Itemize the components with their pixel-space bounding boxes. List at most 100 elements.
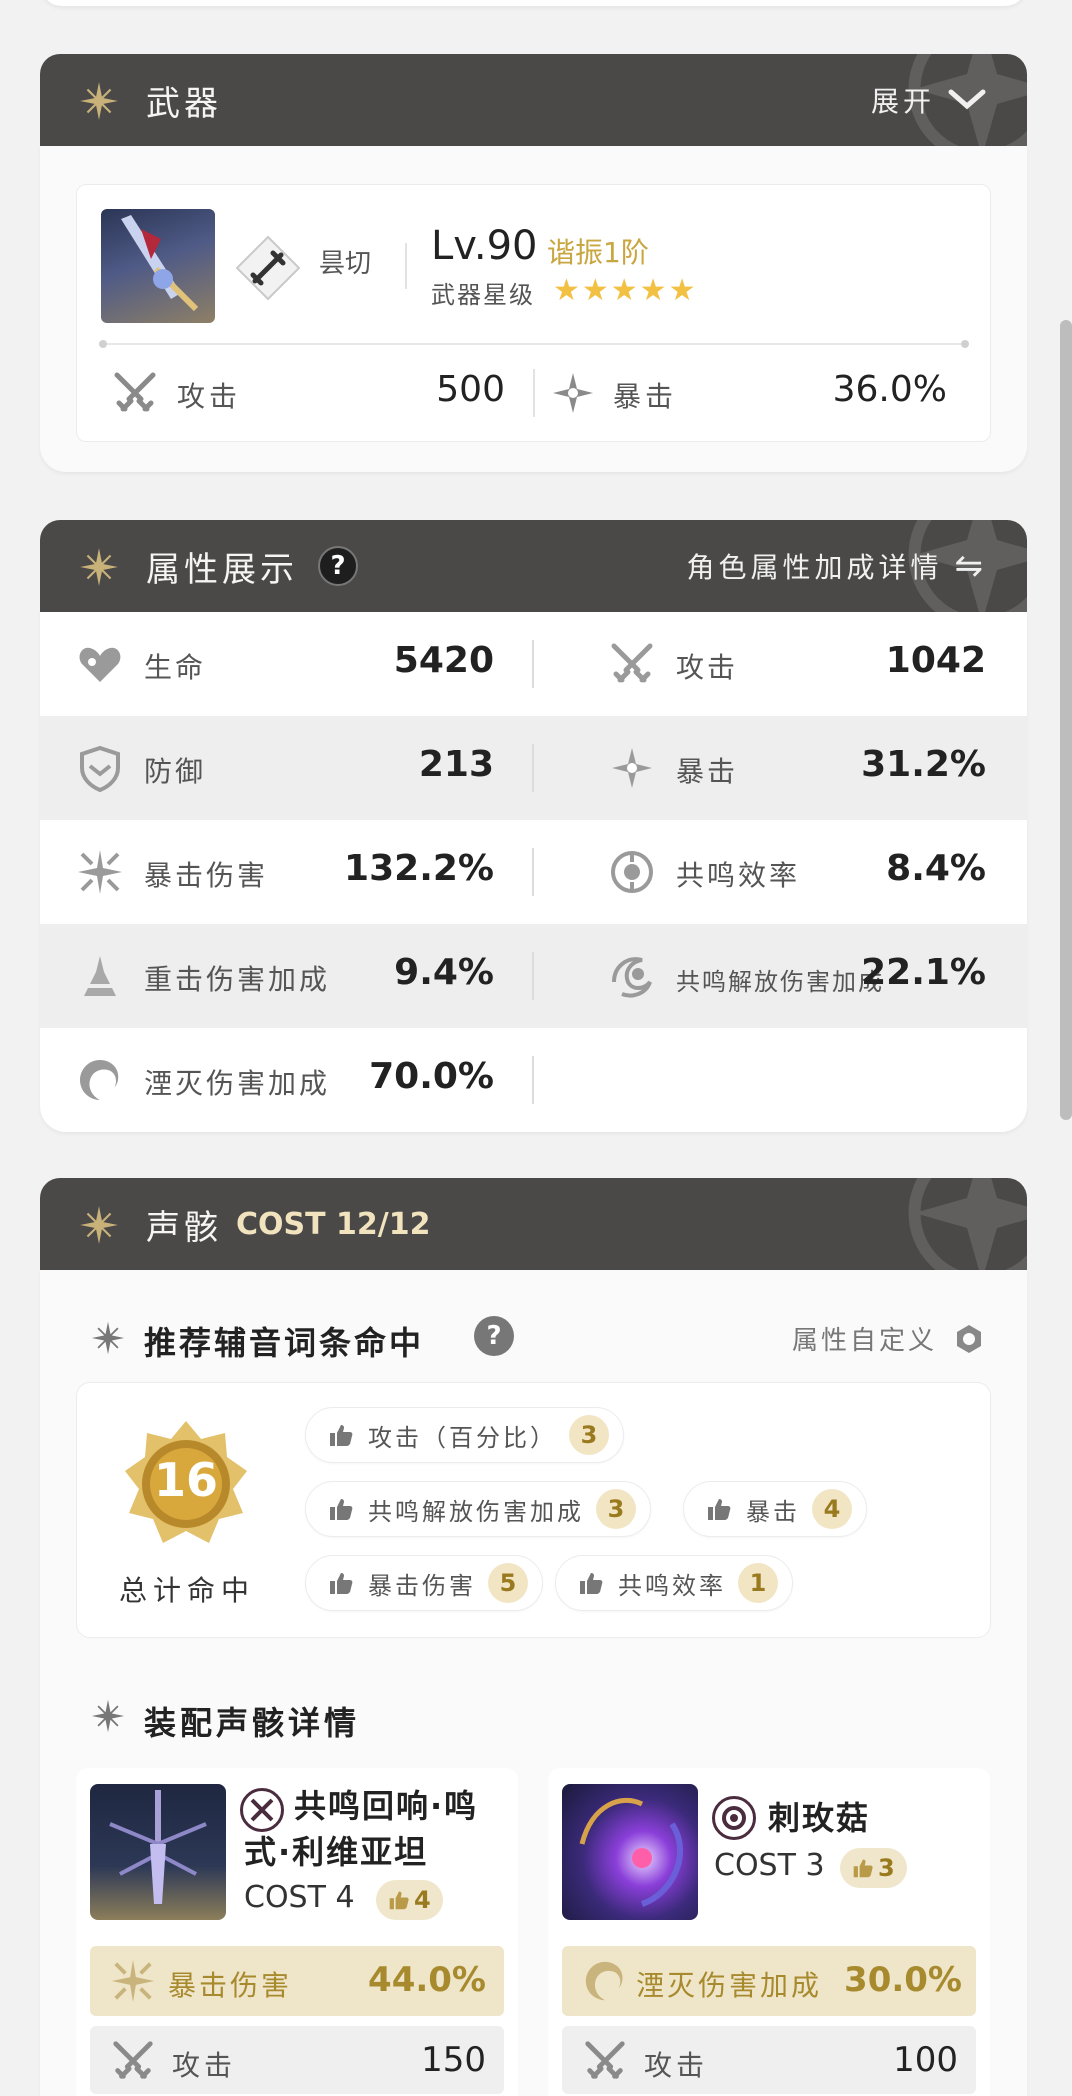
attr-label: 防御 xyxy=(144,755,207,788)
custom-attr-label: 属性自定义 xyxy=(791,1326,937,1356)
echo-type-icon xyxy=(240,1788,284,1832)
hits-panel: 16 总计命中 攻击（百分比） 3 共鸣解放伤害加成 3 暴击 4 暴击伤害 5… xyxy=(76,1382,991,1638)
echo-cost: COST 4 xyxy=(244,1880,355,1915)
attr-cell: 防御 213 xyxy=(40,716,494,820)
attr-label: 攻击 xyxy=(676,651,739,684)
attr-value: 70.0% xyxy=(369,1056,494,1097)
sub-stat-value: 100 xyxy=(893,2040,958,2080)
weapon-star-label: 武器星级 xyxy=(431,281,535,309)
echo-image xyxy=(562,1784,698,1920)
energy-icon xyxy=(611,851,653,893)
custom-attr-button[interactable]: 属性自定义 xyxy=(792,1320,985,1357)
weapon-panel[interactable]: 昙切 Lv.90 谐振1阶 武器星级 ★★★★★ 攻击 500 暴击 36.0% xyxy=(76,184,991,442)
attr-value: 9.4% xyxy=(394,952,494,993)
weapon-type-label: 昙切 xyxy=(319,249,372,279)
attr-detail-label: 角色属性加成详情 xyxy=(686,551,943,584)
heart-icon xyxy=(79,647,121,682)
attr-section-title: 属性展示 xyxy=(146,549,298,590)
attr-label: 暴击伤害 xyxy=(144,859,269,892)
divider xyxy=(532,952,534,1000)
chip-label: 暴击伤害 xyxy=(368,1571,476,1600)
divider xyxy=(405,243,407,289)
attr-section-header: 属性展示 ? 角色属性加成详情 ⇋ xyxy=(40,520,1027,612)
sub-stat-value: 150 xyxy=(421,2040,486,2080)
chip-count: 1 xyxy=(738,1563,778,1603)
thumbs-up-icon xyxy=(328,1570,354,1596)
attr-cell: 生命 5420 xyxy=(40,612,494,716)
echo-cost-total: COST 12/12 xyxy=(236,1206,431,1242)
help-icon[interactable]: ? xyxy=(318,546,358,586)
attr-value: 31.2% xyxy=(861,744,986,785)
attr-label: 重击伤害加成 xyxy=(144,963,331,996)
main-stat-value: 30.0% xyxy=(844,1960,962,2000)
attr-cell: 湮灭伤害加成 70.0% xyxy=(40,1028,494,1132)
attr-label: 生命 xyxy=(144,651,207,684)
weapon-stat-label: 暴击 xyxy=(613,380,678,413)
weapon-stat-value: 500 xyxy=(436,369,505,410)
hit-chip: 攻击（百分比） 3 xyxy=(305,1407,624,1463)
total-hits-label: 总计命中 xyxy=(119,1574,256,1607)
echo-main-stat: 湮灭伤害加成 30.0% xyxy=(562,1946,976,2016)
echo-image xyxy=(90,1784,226,1920)
swap-icon: ⇋ xyxy=(954,546,987,586)
sparkle-icon xyxy=(78,80,120,122)
chip-count: 4 xyxy=(812,1489,852,1529)
crit-damage-icon xyxy=(78,850,122,894)
total-hits-value: 16 xyxy=(153,1453,218,1507)
hit-chip: 共鸣效率 1 xyxy=(555,1555,793,1611)
attr-row: 防御 213 暴击 31.2% xyxy=(40,716,1027,820)
attr-label: 湮灭伤害加成 xyxy=(144,1067,331,1100)
attr-row: 生命 5420 攻击 1042 xyxy=(40,612,1027,716)
thumbs-up-icon xyxy=(852,1857,874,1879)
havoc-icon xyxy=(585,1961,623,2001)
echo-card-1[interactable]: 共鸣回响·鸣 式·利维亚坦 COST 4 4 暴击伤害 44.0% 攻击 150 xyxy=(76,1768,518,2096)
attr-cell: 重击伤害加成 9.4% xyxy=(40,924,494,1028)
attr-value: 132.2% xyxy=(344,848,494,889)
attr-cell: 暴击 31.2% xyxy=(572,716,986,820)
echo-name: 共鸣回响·鸣 xyxy=(294,1787,479,1825)
chip-count: 5 xyxy=(488,1563,528,1603)
help-icon[interactable]: ? xyxy=(474,1316,514,1356)
swords-icon xyxy=(608,640,656,688)
attr-detail-button[interactable]: 角色属性加成详情 ⇋ xyxy=(686,546,987,586)
echo-hits: 4 xyxy=(414,1886,431,1914)
sword-type-icon xyxy=(235,235,301,301)
liberation-icon xyxy=(612,957,652,998)
expand-button[interactable]: 展开 xyxy=(871,80,987,120)
hit-chip: 共鸣解放伤害加成 3 xyxy=(305,1481,651,1537)
divider-line xyxy=(99,340,969,348)
weapon-section-title: 武器 xyxy=(146,83,222,124)
attr-row: 湮灭伤害加成 70.0% xyxy=(40,1028,1027,1132)
sparkle-icon xyxy=(78,1204,120,1246)
thumbs-up-icon xyxy=(706,1496,732,1522)
divider xyxy=(532,744,534,792)
hit-chip: 暴击 4 xyxy=(683,1481,867,1537)
divider xyxy=(532,640,534,688)
swords-icon xyxy=(582,2038,628,2084)
echo-card-2[interactable]: 刺玫菇 COST 3 3 湮灭伤害加成 30.0% 攻击 100 xyxy=(548,1768,990,2096)
attr-row: 重击伤害加成 9.4% 共鸣解放伤害加成 22.1% xyxy=(40,924,1027,1028)
sparkle-icon xyxy=(90,1320,126,1356)
scrollbar[interactable] xyxy=(1060,320,1072,1120)
echo-main-stat: 暴击伤害 44.0% xyxy=(90,1946,504,2016)
attr-label: 共鸣解放伤害加成 xyxy=(676,968,884,996)
echo-hits-chip: 4 xyxy=(376,1880,443,1920)
crit-damage-icon xyxy=(111,1959,155,2003)
sub-stat-label: 攻击 xyxy=(644,2049,709,2082)
attr-row: 暴击伤害 132.2% 共鸣效率 8.4% xyxy=(40,820,1027,924)
equip-title: 装配声骸详情 xyxy=(144,1704,361,1742)
attr-value: 213 xyxy=(418,744,494,785)
attr-label: 暴击 xyxy=(676,755,739,788)
echo-hits: 3 xyxy=(878,1854,895,1882)
shield-icon xyxy=(80,745,120,792)
hit-chip: 暴击伤害 5 xyxy=(305,1555,543,1611)
attr-cell: 共鸣效率 8.4% xyxy=(572,820,986,924)
recommend-title: 推荐辅音词条命中 xyxy=(144,1324,425,1362)
attr-value: 22.1% xyxy=(861,952,986,993)
main-stat-label: 湮灭伤害加成 xyxy=(636,1969,823,2002)
chip-label: 共鸣效率 xyxy=(618,1571,726,1600)
echo-name: 式·利维亚坦 xyxy=(244,1833,429,1871)
weapon-image xyxy=(101,209,215,323)
crit-star-icon xyxy=(608,744,656,792)
attr-value: 8.4% xyxy=(886,848,986,889)
